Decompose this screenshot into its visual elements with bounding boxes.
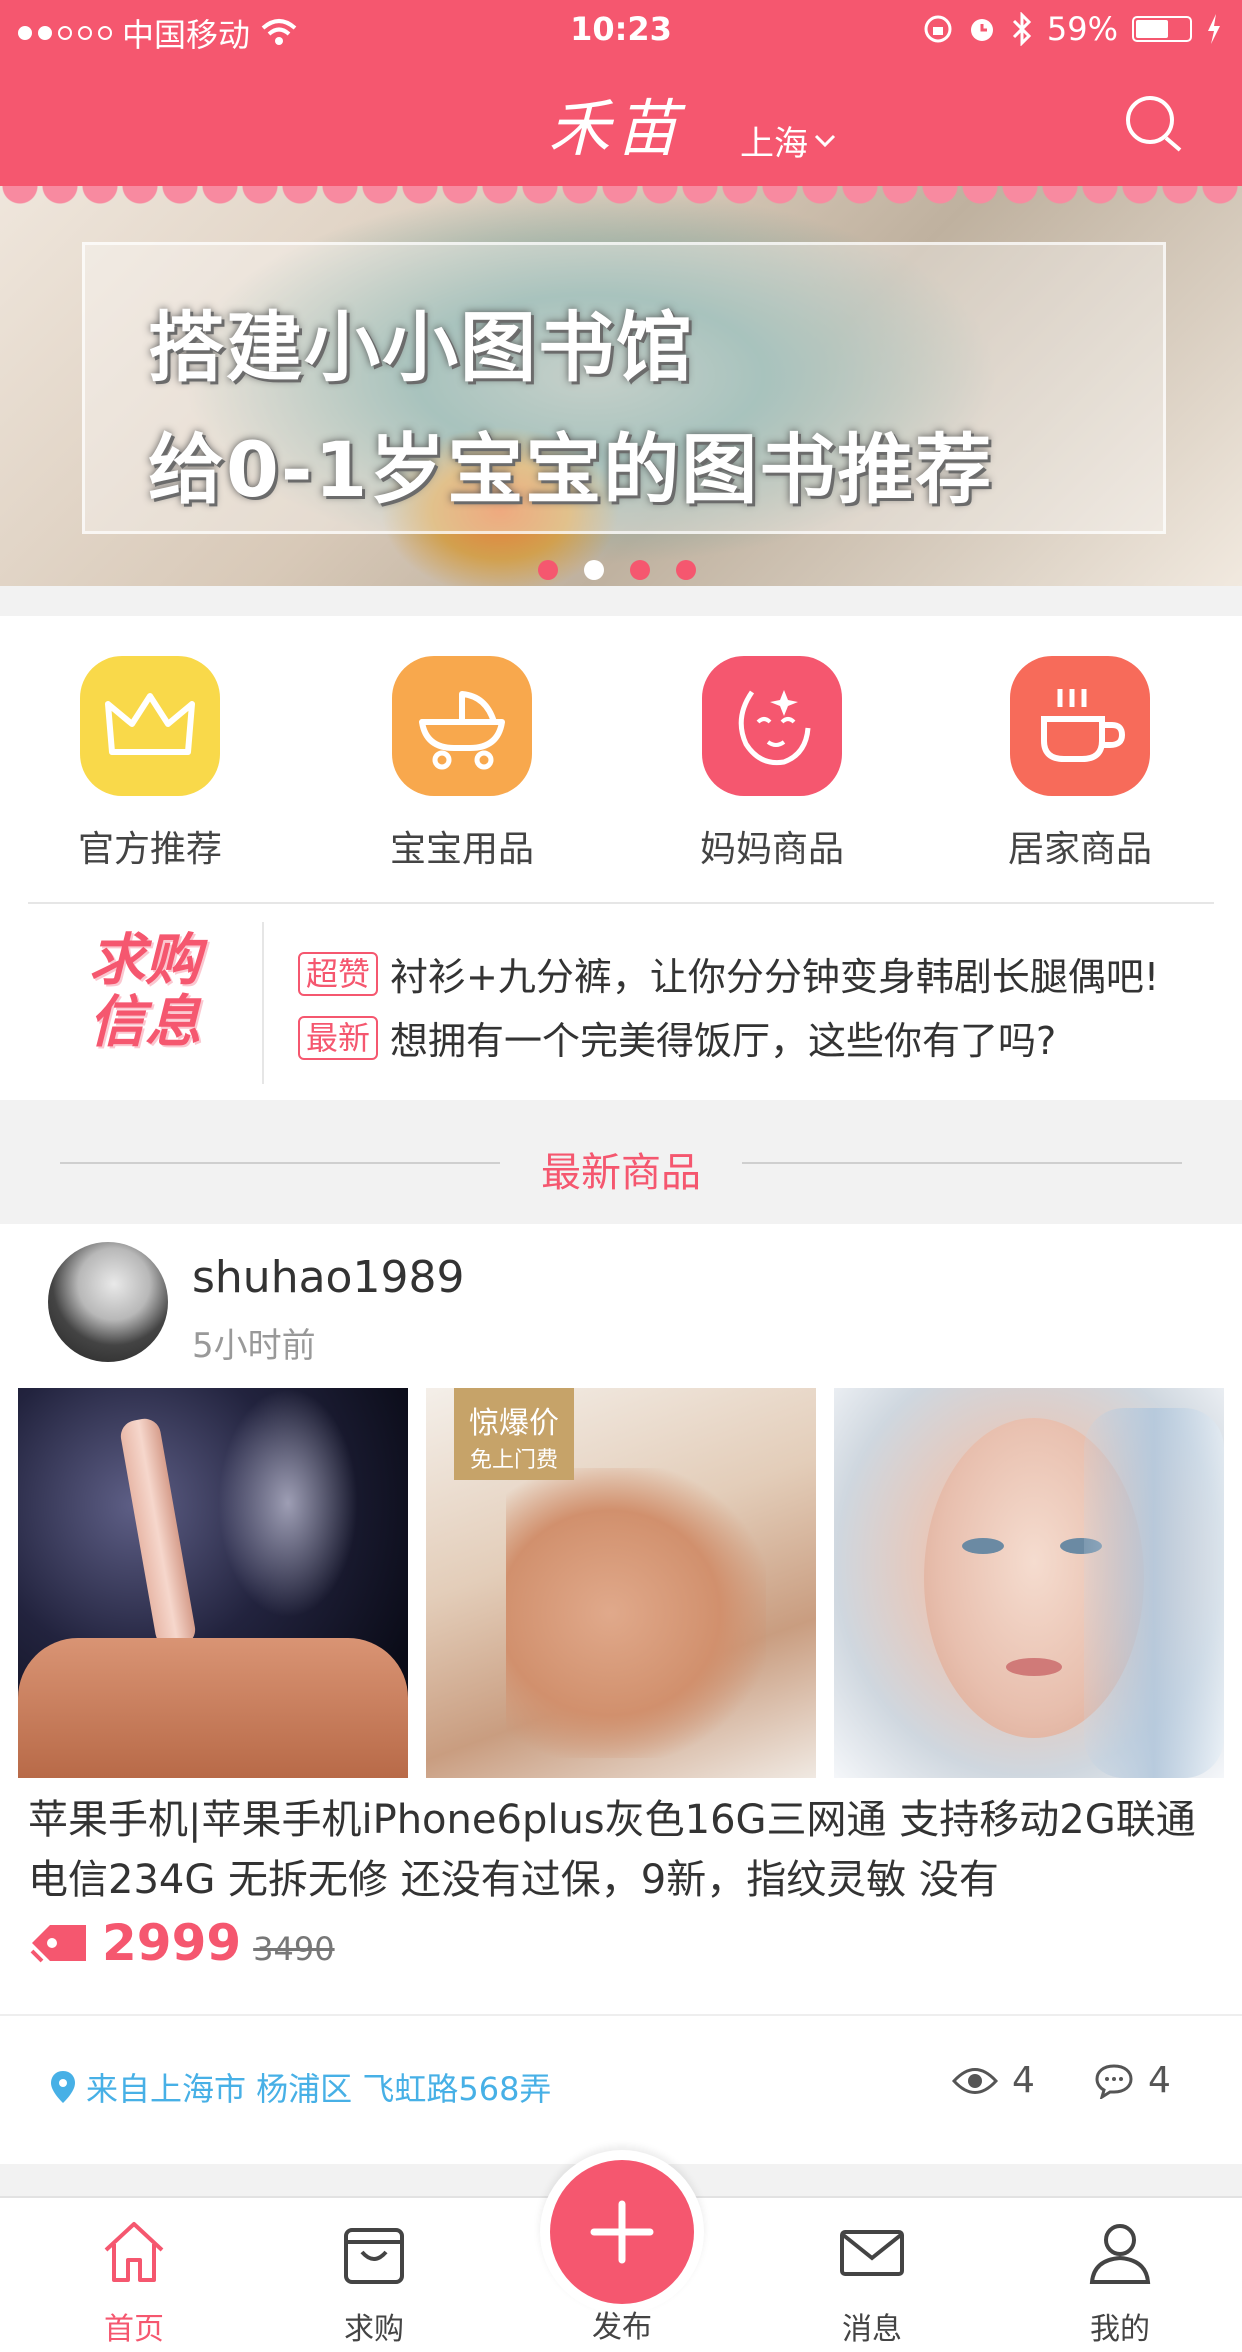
product-photo[interactable]: 惊爆价 免上门费 <box>426 1388 816 1778</box>
charging-icon <box>1208 14 1220 44</box>
chevron-down-icon <box>814 134 836 147</box>
comment-icon <box>1095 2063 1133 2099</box>
category-section: 官方推荐 宝宝用品 妈妈商品 居家商品 求购 信息 超赞 衬衫+九分裤，让你分分… <box>0 616 1242 1100</box>
category-home[interactable]: 居家商品 <box>980 656 1180 872</box>
banner-headline: 搭建小小图书馆 <box>148 303 694 392</box>
search-icon[interactable] <box>1122 92 1188 158</box>
banner-pager[interactable] <box>538 560 696 580</box>
app-logo: 禾苗 <box>548 92 685 165</box>
pager-dot[interactable] <box>630 560 650 580</box>
category-mom[interactable]: 妈妈商品 <box>672 656 872 872</box>
pager-dot[interactable] <box>538 560 558 580</box>
banner-subheadline: 给0-1岁宝宝的图书推荐 <box>148 425 994 514</box>
comment-count[interactable]: 4 <box>1094 2060 1171 2101</box>
avatar[interactable] <box>48 1242 168 1362</box>
home-icon <box>104 2222 164 2282</box>
username[interactable]: shuhao1989 <box>192 1252 464 1303</box>
category-label: 官方推荐 <box>77 829 222 870</box>
section-header: 最新商品 <box>0 1100 1242 1224</box>
location-pin-icon <box>51 2071 75 2103</box>
user-icon <box>1089 2224 1151 2284</box>
hot-tag: 超赞 <box>298 951 379 996</box>
status-bar: 中国移动 10:23 59% <box>0 0 1242 60</box>
price-row: 2999 3490 <box>28 1914 335 1972</box>
divider <box>28 902 1214 904</box>
section-title: 最新商品 <box>541 1150 701 1196</box>
divider <box>742 1162 1182 1164</box>
product-card[interactable]: shuhao1989 5小时前 惊爆价 免上门费 苹果手机|苹果手机iPhone… <box>0 1224 1242 2164</box>
category-official[interactable]: 官方推荐 <box>50 656 250 872</box>
tab-mine[interactable]: 我的 <box>1050 2216 1190 2348</box>
scallop-border <box>0 186 1242 222</box>
city-selector[interactable]: 上海 <box>740 116 836 165</box>
location[interactable]: 来自上海市 杨浦区 飞虹路568弄 <box>50 2064 551 2110</box>
publish-label: 发布 <box>592 2310 652 2345</box>
product-description[interactable]: 苹果手机|苹果手机iPhone6plus灰色16G三网通 支持移动2G联通电信2… <box>28 1790 1218 1910</box>
price-tag-icon <box>30 1925 86 1963</box>
wanted-item-text: 衬衫+九分裤，让你分分钟变身韩剧长腿偶吧! <box>390 955 1160 999</box>
alarm-icon <box>970 19 993 41</box>
tab-label: 我的 <box>1090 2312 1150 2347</box>
tab-label: 消息 <box>842 2312 902 2347</box>
stroller-icon <box>392 656 532 796</box>
pager-dot[interactable] <box>676 560 696 580</box>
category-label: 居家商品 <box>1007 829 1152 870</box>
battery-percent: 59% <box>1046 10 1118 48</box>
price: 2999 <box>102 1914 242 1972</box>
category-label: 宝宝用品 <box>389 829 534 870</box>
publish-button[interactable] <box>540 2150 704 2314</box>
wanted-item-text: 想拥有一个完美得饭厅，这些你有了吗? <box>390 1019 1057 1063</box>
location-text: 来自上海市 杨浦区 飞虹路568弄 <box>86 2070 552 2108</box>
battery-icon <box>1132 16 1192 42</box>
pager-dot-active[interactable] <box>584 560 604 580</box>
promo-badge: 惊爆价 免上门费 <box>454 1388 574 1480</box>
vertical-divider <box>262 922 264 1084</box>
promo-banner[interactable]: 搭建小小图书馆 给0-1岁宝宝的图书推荐 <box>0 186 1242 586</box>
wanted-item[interactable]: 最新 想拥有一个完美得饭厅，这些你有了吗? <box>298 1010 1056 1065</box>
crown-icon <box>80 656 220 796</box>
view-count: 4 <box>952 2060 1035 2101</box>
product-photo[interactable] <box>18 1388 408 1778</box>
bluetooth-icon <box>1012 12 1031 46</box>
rotation-lock-icon <box>924 15 952 43</box>
mom-face-icon <box>702 656 842 796</box>
tab-wanted[interactable]: 求购 <box>304 2216 444 2348</box>
city-label: 上海 <box>740 124 808 164</box>
divider <box>0 2014 1242 2016</box>
category-label: 妈妈商品 <box>699 829 844 870</box>
tab-messages[interactable]: 消息 <box>802 2216 942 2348</box>
wanted-item[interactable]: 超赞 衬衫+九分裤，让你分分钟变身韩剧长腿偶吧! <box>298 946 1159 1001</box>
cup-icon <box>1010 656 1150 796</box>
product-photo[interactable] <box>834 1388 1224 1778</box>
bag-icon <box>344 2228 404 2284</box>
category-baby[interactable]: 宝宝用品 <box>362 656 562 872</box>
original-price: 3490 <box>253 1930 335 1968</box>
plus-icon <box>590 2200 654 2264</box>
tab-home[interactable]: 首页 <box>64 2216 204 2348</box>
top-bar: 中国移动 10:23 59% 禾苗 上海 <box>0 0 1242 186</box>
new-tag: 最新 <box>298 1015 379 1060</box>
mail-icon <box>840 2230 904 2276</box>
post-time: 5小时前 <box>192 1326 316 1366</box>
wanted-info-logo[interactable]: 求购 信息 <box>70 930 220 1054</box>
tab-label: 求购 <box>344 2312 404 2347</box>
nav-bar: 禾苗 上海 <box>0 70 1242 180</box>
eye-icon <box>952 2067 998 2094</box>
tab-label: 首页 <box>104 2312 164 2347</box>
